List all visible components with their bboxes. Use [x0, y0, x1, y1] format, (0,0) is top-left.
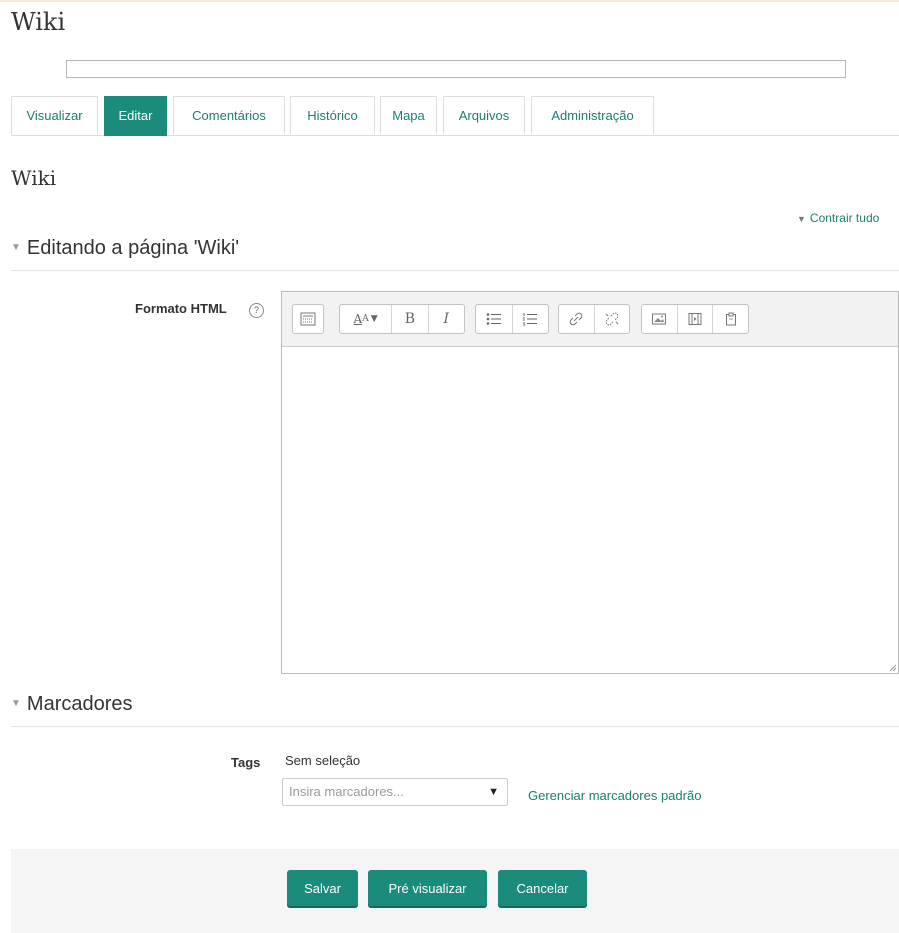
html-editor: A A ▼ B I	[281, 291, 899, 674]
expanded-triangle-icon: ▼	[11, 698, 21, 709]
media-icon[interactable]	[676, 305, 713, 333]
bold-icon[interactable]: B	[391, 305, 427, 333]
font-style-icon[interactable]: A A ▼	[340, 305, 391, 333]
cancel-button[interactable]: Cancelar	[498, 870, 587, 906]
tab-arquivos[interactable]: Arquivos	[443, 96, 525, 134]
manage-standard-tags-link[interactable]: Gerenciar marcadores padrão	[528, 788, 701, 803]
top-border	[0, 0, 899, 2]
toolbar-group-links	[558, 304, 630, 334]
editor-toolbar: A A ▼ B I	[282, 292, 898, 347]
image-icon[interactable]	[642, 305, 677, 333]
toolbar-group-media	[641, 304, 749, 334]
editor-content-area[interactable]	[282, 347, 898, 673]
toolbar-toggle-icon[interactable]	[293, 305, 323, 333]
tab-visualizar[interactable]: Visualizar	[11, 96, 98, 134]
tags-select[interactable]: Insira marcadores... ▼	[282, 778, 508, 806]
section-heading: Wiki	[11, 166, 57, 190]
toolbar-group-text: A A ▼ B I	[339, 304, 465, 334]
unordered-list-icon[interactable]	[476, 305, 512, 333]
legend-tags-label: Marcadores	[26, 693, 133, 715]
editor-label: Formato HTML	[135, 301, 227, 316]
save-button[interactable]: Salvar	[287, 870, 358, 906]
manage-files-icon[interactable]	[712, 305, 748, 333]
toolbar-group-toggle	[292, 304, 324, 334]
link-icon[interactable]	[559, 305, 594, 333]
preview-button[interactable]: Pré visualizar	[368, 870, 487, 906]
tab-comentarios[interactable]: Comentários	[173, 96, 285, 134]
tab-mapa[interactable]: Mapa	[380, 96, 437, 134]
tab-administracao[interactable]: Administração	[531, 96, 654, 134]
ordered-list-icon[interactable]	[511, 305, 549, 333]
tab-editar[interactable]: Editar	[104, 96, 167, 136]
fieldset-legend-edit[interactable]: ▼ Editando a página 'Wiki'	[11, 237, 899, 271]
tab-historico[interactable]: Histórico	[290, 96, 375, 134]
dropdown-arrow-icon: ▼	[488, 786, 499, 798]
unlink-icon[interactable]	[593, 305, 630, 333]
tags-label: Tags	[231, 755, 261, 770]
italic-icon[interactable]: I	[427, 305, 464, 333]
collapse-triangle-icon: ▼	[797, 214, 806, 224]
tab-bar: Visualizar Editar Comentários Histórico …	[11, 96, 899, 136]
expanded-triangle-icon: ▼	[11, 242, 21, 253]
collapse-all-label: Contrair tudo	[809, 211, 880, 225]
tags-selection: Sem seleção	[285, 753, 361, 768]
legend-edit-label: Editando a página 'Wiki'	[26, 237, 240, 259]
page-title-input[interactable]	[66, 60, 846, 78]
resize-grip-icon[interactable]	[888, 663, 896, 671]
collapse-all-link[interactable]: ▼ Contrair tudo	[797, 211, 879, 225]
fieldset-legend-tags[interactable]: ▼ Marcadores	[11, 693, 899, 727]
tags-placeholder: Insira marcadores...	[289, 784, 404, 799]
question-circle-icon[interactable]: ?	[249, 303, 264, 318]
toolbar-group-lists	[475, 304, 549, 334]
page-title: Wiki	[11, 8, 66, 36]
